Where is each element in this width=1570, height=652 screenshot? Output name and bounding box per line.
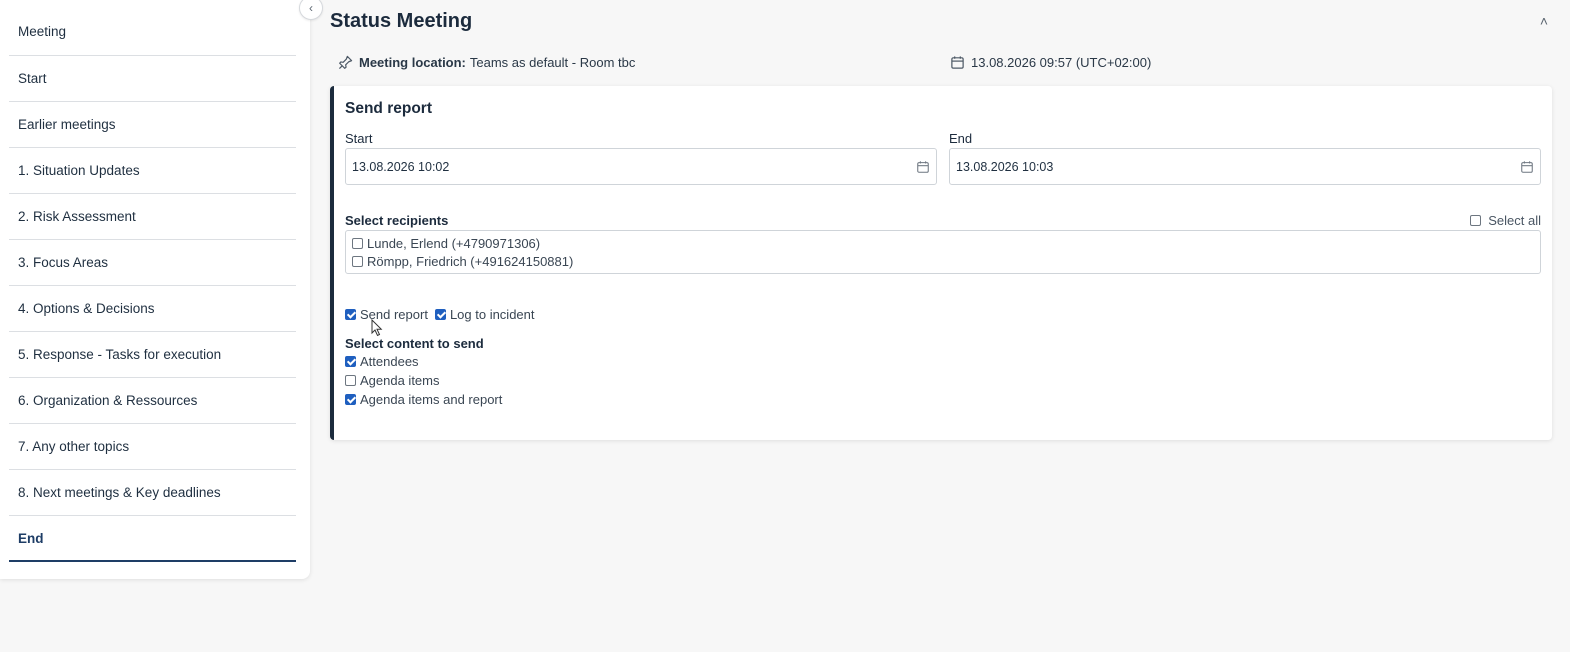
checkbox[interactable] — [345, 308, 356, 320]
sidebar-item-start[interactable]: Start — [9, 56, 296, 102]
content-item-label: Agenda items — [360, 373, 440, 388]
end-field-group: End 13.08.2026 10:03 — [949, 131, 1541, 185]
checkbox[interactable] — [352, 255, 363, 267]
calendar-icon[interactable] — [916, 160, 930, 174]
end-datetime-input[interactable]: 13.08.2026 10:03 — [949, 148, 1541, 185]
recipient-item[interactable]: Lunde, Erlend (+4790971306) — [352, 234, 1534, 252]
agenda-sidebar: Meeting Start Earlier meetings 1. Situat… — [0, 0, 310, 579]
recipients-label: Select recipients — [345, 212, 449, 228]
sidebar-item-focus-areas[interactable]: 3. Focus Areas — [9, 240, 296, 286]
chevron-up-icon[interactable]: ˄ — [1540, 13, 1548, 29]
recipient-label: Lunde, Erlend (+4790971306) — [367, 235, 541, 251]
title-row: Status Meeting ˄ — [330, 0, 1552, 42]
start-field-group: Start 13.08.2026 10:02 — [345, 131, 937, 185]
log-to-incident-checkbox[interactable]: Log to incident — [434, 306, 535, 322]
checkbox[interactable] — [434, 308, 446, 320]
content-item-label: Attendees — [360, 354, 419, 369]
recipient-item[interactable]: Römpp, Friedrich (+491624150881) — [352, 252, 1534, 270]
sidebar-item-response-tasks[interactable]: 5. Response - Tasks for execution — [9, 332, 296, 378]
start-datetime-input[interactable]: 13.08.2026 10:02 — [345, 148, 937, 185]
meeting-meta: Meeting location: Teams as default - Roo… — [330, 42, 1552, 82]
collapse-sidebar-button[interactable]: ‹ — [299, 0, 323, 20]
content-select-label: Select content to send — [345, 336, 484, 351]
sidebar-item-risk-assessment[interactable]: 2. Risk Assessment — [9, 194, 296, 240]
pin-icon — [338, 55, 353, 70]
content-options-list: Attendees Agenda items Agenda items and … — [345, 352, 1541, 409]
checkbox[interactable] — [345, 394, 356, 405]
checkbox[interactable] — [345, 375, 356, 386]
sidebar-item-end[interactable]: End — [9, 516, 296, 562]
main-content: Status Meeting ˄ Meeting location: Teams… — [330, 0, 1552, 440]
end-datetime-value: 13.08.2026 10:03 — [956, 159, 1054, 174]
agenda-items-report-checkbox[interactable]: Agenda items and report — [345, 390, 1541, 409]
send-report-checkbox[interactable]: Send report — [345, 307, 428, 322]
recipients-header: Select recipients Select all — [345, 212, 1541, 228]
checkbox[interactable] — [352, 237, 363, 249]
report-options: Send report Log to incident — [345, 305, 1541, 323]
mouse-cursor-icon — [371, 319, 383, 337]
sidebar-item-situation-updates[interactable]: 1. Situation Updates — [9, 148, 296, 194]
select-all-checkbox[interactable]: Select all — [1470, 213, 1541, 228]
sidebar-item-options-decisions[interactable]: 4. Options & Decisions — [9, 286, 296, 332]
sidebar-item-earlier-meetings[interactable]: Earlier meetings — [9, 102, 296, 148]
sidebar-item-other-topics[interactable]: 7. Any other topics — [9, 424, 296, 470]
end-label: End — [949, 131, 973, 146]
checkbox[interactable] — [345, 356, 356, 367]
sidebar-item-next-meetings[interactable]: 8. Next meetings & Key deadlines — [9, 470, 296, 516]
start-label: Start — [345, 131, 373, 146]
page-title: Status Meeting — [330, 9, 473, 32]
attendees-checkbox[interactable]: Attendees — [345, 352, 1541, 371]
meeting-datetime-value: 13.08.2026 09:57 (UTC+02:00) — [971, 54, 1152, 70]
meeting-datetime: 13.08.2026 09:57 (UTC+02:00) — [950, 55, 1151, 70]
recipient-label: Römpp, Friedrich (+491624150881) — [367, 253, 574, 269]
content-item-label: Agenda items and report — [360, 392, 503, 407]
meeting-location: Meeting location: Teams as default - Roo… — [338, 55, 950, 70]
calendar-icon[interactable] — [1520, 160, 1534, 174]
sidebar-item-organization-ressources[interactable]: 6. Organization & Ressources — [9, 378, 296, 424]
meeting-location-label: Meeting location: — [359, 54, 466, 70]
checkbox[interactable] — [1470, 214, 1482, 226]
recipients-list: Lunde, Erlend (+4790971306) Römpp, Fried… — [345, 230, 1541, 274]
send-report-card: Send report Start 13.08.2026 10:02 End 1… — [330, 86, 1552, 440]
agenda-items-checkbox[interactable]: Agenda items — [345, 371, 1541, 390]
calendar-icon — [950, 55, 965, 70]
log-to-incident-label: Log to incident — [449, 306, 535, 322]
meeting-location-value: Teams as default - Room tbc — [469, 54, 636, 70]
send-report-title: Send report — [345, 100, 432, 117]
start-datetime-value: 13.08.2026 10:02 — [352, 159, 450, 174]
datetime-range: Start 13.08.2026 10:02 End 13.08.2026 10… — [345, 131, 1541, 185]
select-all-label: Select all — [1488, 212, 1541, 228]
chevron-left-icon: ‹ — [309, 1, 313, 15]
sidebar-item-meeting[interactable]: Meeting — [9, 0, 296, 56]
